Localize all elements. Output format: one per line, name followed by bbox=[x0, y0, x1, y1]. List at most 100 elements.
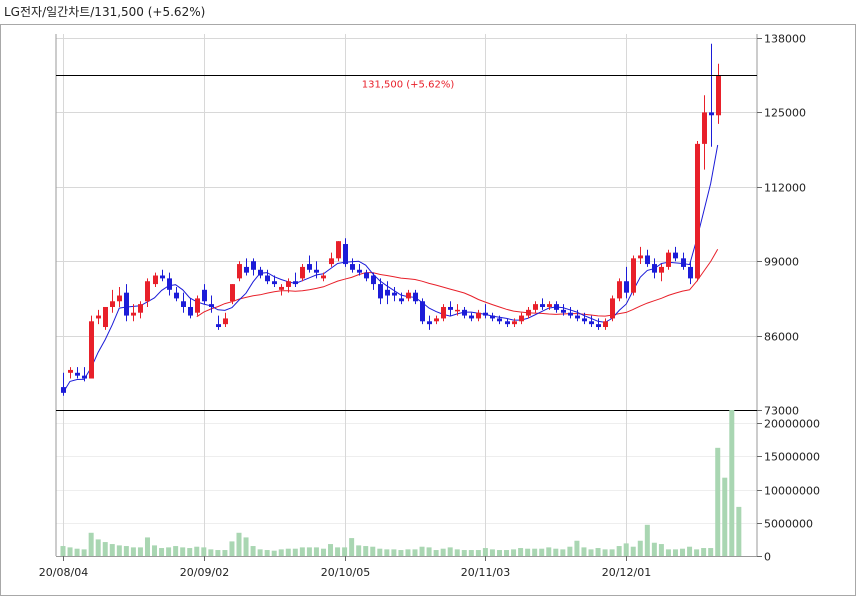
volume-bar bbox=[616, 546, 622, 556]
volume-bar bbox=[504, 550, 510, 556]
volume-bar bbox=[292, 548, 298, 556]
volume-bar bbox=[187, 548, 193, 556]
volume-bar bbox=[363, 546, 369, 556]
price-tick-label: 73000 bbox=[764, 405, 799, 418]
volume-bar bbox=[370, 546, 376, 556]
candle-body bbox=[75, 372, 80, 376]
candle-body bbox=[131, 312, 136, 316]
candle-body bbox=[497, 318, 502, 322]
candle-body bbox=[286, 281, 291, 287]
volume-bar bbox=[201, 547, 207, 556]
candle-body bbox=[631, 258, 636, 293]
candle-body bbox=[321, 275, 326, 279]
volume-bar bbox=[123, 546, 129, 556]
volume-bar bbox=[532, 548, 538, 556]
candle-body bbox=[476, 312, 481, 319]
volume-bar bbox=[116, 545, 122, 556]
volume-bar bbox=[518, 548, 524, 556]
volume-bar bbox=[222, 550, 228, 556]
volume-bar bbox=[687, 546, 693, 556]
candle-body bbox=[392, 292, 397, 296]
candle-body bbox=[519, 315, 524, 322]
volume-bar bbox=[285, 548, 291, 556]
moving-averages bbox=[62, 144, 719, 394]
last-price-label: 131,500 (+5.62%) bbox=[362, 80, 455, 91]
volume-bar bbox=[630, 546, 636, 556]
volume-bar bbox=[130, 547, 136, 556]
candle-body bbox=[244, 266, 249, 273]
volume-bar bbox=[665, 549, 671, 556]
price-tick-label: 86000 bbox=[764, 331, 799, 344]
volume-bar bbox=[567, 546, 573, 556]
volume-bar bbox=[320, 548, 326, 556]
candle-body bbox=[554, 304, 559, 310]
volume-bar bbox=[546, 547, 552, 556]
volume-bar bbox=[95, 539, 101, 556]
candle-body bbox=[505, 321, 510, 325]
volume-bar bbox=[433, 550, 439, 556]
volume-bar bbox=[384, 549, 390, 556]
candle-body bbox=[145, 281, 150, 302]
volume-bar bbox=[553, 548, 559, 556]
candle-body bbox=[124, 292, 129, 316]
candle-body bbox=[617, 281, 622, 299]
volume-bar bbox=[496, 550, 502, 556]
candle-body bbox=[138, 304, 143, 313]
volume-bar bbox=[109, 544, 115, 556]
volume-bar bbox=[229, 541, 235, 556]
volume-bar bbox=[447, 547, 453, 556]
volume-bar bbox=[67, 547, 73, 556]
volume-bar bbox=[595, 548, 601, 556]
candle-body bbox=[357, 269, 362, 273]
candle-body bbox=[181, 301, 186, 307]
candle-body bbox=[209, 304, 214, 307]
candle-body bbox=[399, 298, 404, 302]
volume-bar bbox=[398, 550, 404, 556]
volume-bar bbox=[672, 549, 678, 556]
date-tick-label: 20/10/05 bbox=[321, 566, 370, 579]
candle-body bbox=[188, 306, 193, 316]
price-tick-label: 138000 bbox=[764, 33, 806, 46]
volume-bar bbox=[102, 542, 108, 556]
candle-body bbox=[709, 112, 714, 116]
volume-bar bbox=[194, 546, 200, 556]
volume-bar bbox=[489, 549, 495, 556]
candle-body bbox=[350, 264, 355, 270]
candle-body bbox=[89, 321, 94, 379]
candle-body bbox=[223, 318, 228, 325]
volume-bar bbox=[511, 549, 517, 556]
volume-bar bbox=[426, 547, 432, 556]
candle-body bbox=[202, 289, 207, 302]
candle-body bbox=[695, 143, 700, 279]
date-tick-label: 20/12/01 bbox=[602, 566, 651, 579]
volume-bar bbox=[581, 547, 587, 556]
volume-bar bbox=[412, 549, 418, 556]
candle-body bbox=[645, 255, 650, 265]
ma5-line bbox=[62, 144, 719, 394]
candle-body bbox=[483, 312, 488, 316]
volume-bar bbox=[377, 548, 383, 556]
price-panel bbox=[61, 43, 721, 396]
candle-body bbox=[638, 255, 643, 259]
volume-panel bbox=[60, 410, 742, 556]
stock-chart: 138000 125000 112000 99000 86000 73000 0 500000… bbox=[0, 24, 856, 596]
candle-body bbox=[441, 306, 446, 319]
volume-bar bbox=[236, 532, 242, 556]
candle-body bbox=[272, 281, 277, 285]
candle-body bbox=[533, 304, 538, 310]
volume-bar bbox=[539, 548, 545, 556]
candle-body bbox=[195, 298, 200, 313]
date-tick-label: 20/11/03 bbox=[461, 566, 510, 579]
volume-bar bbox=[299, 547, 305, 556]
volume-bar bbox=[271, 550, 277, 556]
price-tick-label: 99000 bbox=[764, 256, 799, 269]
candle-body bbox=[117, 295, 122, 302]
volume-bar bbox=[736, 506, 742, 556]
candle-body bbox=[582, 318, 587, 322]
volume-bar bbox=[257, 549, 263, 556]
volume-tick-label: 10000000 bbox=[764, 485, 820, 498]
candle-body bbox=[82, 375, 87, 379]
candle-body bbox=[652, 264, 657, 273]
volume-bar bbox=[680, 548, 686, 556]
candle-body bbox=[103, 306, 108, 328]
